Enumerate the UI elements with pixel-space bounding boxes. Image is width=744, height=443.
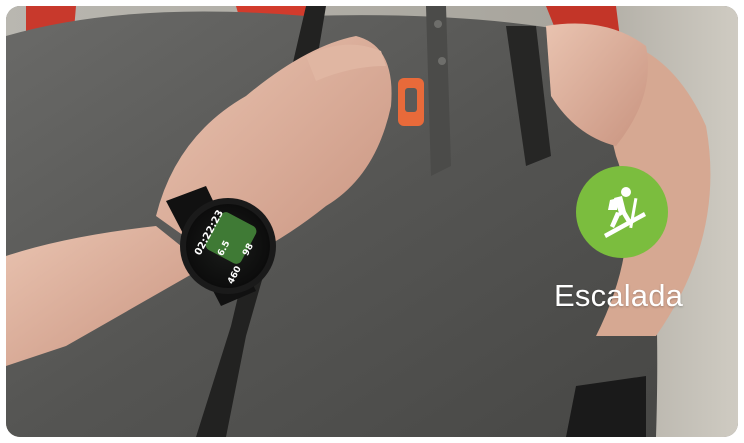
smartwatch: 02:22:23 6.5 460 98	[180, 198, 276, 294]
buckle-slot	[405, 88, 417, 112]
photo-frame: 02:22:23 6.5 460 98 Escalada	[6, 6, 738, 437]
climbing-activity-badge	[576, 166, 668, 258]
hiking-climbing-icon	[604, 187, 646, 238]
activity-label: Escalada	[554, 278, 684, 313]
shirt-button	[438, 57, 446, 65]
shirt-button	[434, 20, 442, 28]
